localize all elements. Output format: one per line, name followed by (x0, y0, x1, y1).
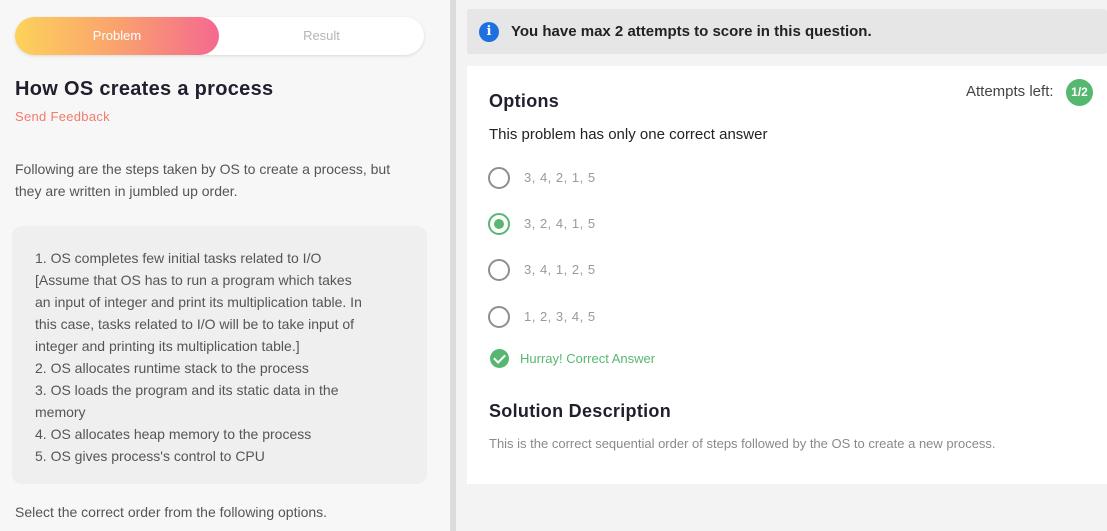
info-icon: i (479, 22, 499, 42)
option-label: 3, 4, 1, 2, 5 (524, 262, 596, 277)
step-line: 1. OS completes few initial tasks relate… (35, 250, 322, 266)
step-line: 5. OS gives process's control to CPU (35, 448, 265, 464)
options-card: Options Attempts left: 1/2 This problem … (467, 66, 1107, 484)
option-4[interactable]: 1, 2, 3, 4, 5 (488, 305, 788, 329)
option-3[interactable]: 3, 4, 1, 2, 5 (488, 258, 788, 282)
send-feedback-link[interactable]: Send Feedback (15, 109, 110, 124)
select-instruction: Select the correct order from the follow… (15, 504, 328, 520)
step-line: this case, tasks related to I/O will be … (35, 316, 355, 332)
radio-button[interactable] (488, 259, 510, 281)
tab-problem[interactable]: Problem (15, 17, 219, 55)
step-line: an input of integer and print its multip… (35, 294, 362, 310)
step-line: integer and printing its multiplication … (35, 338, 300, 354)
options-title: Options (489, 91, 560, 111)
attempts-label: Attempts left: (966, 83, 1054, 100)
step-line: 4. OS allocates heap memory to the proce… (35, 426, 312, 442)
attempts-banner: i You have max 2 attempts to score in th… (467, 9, 1107, 54)
solution-title: Solution Description (489, 401, 672, 421)
correct-answer-text: Hurray! Correct Answer (520, 351, 656, 366)
option-2[interactable]: 3, 2, 4, 1, 5 (488, 212, 788, 236)
panel-divider[interactable] (450, 0, 456, 531)
problem-intro: Following are the steps taken by OS to c… (15, 161, 391, 199)
check-circle-icon (490, 349, 509, 368)
radio-button-selected[interactable] (488, 213, 510, 235)
problem-title: How OS creates a process (15, 78, 274, 100)
option-label: 3, 4, 2, 1, 5 (524, 170, 596, 185)
step-line: 3. OS loads the program and its static d… (35, 382, 339, 398)
banner-text: You have max 2 attempts to score in this… (511, 23, 872, 40)
step-line: [Assume that OS has to run a program whi… (35, 272, 352, 288)
option-label: 1, 2, 3, 4, 5 (524, 309, 596, 324)
solution-text: This is the correct sequential order of … (489, 436, 996, 451)
radio-button[interactable] (488, 306, 510, 328)
attempts-badge: 1/2 (1066, 79, 1093, 106)
steps-box: 1. OS completes few initial tasks relate… (12, 226, 427, 484)
radio-button[interactable] (488, 167, 510, 189)
problem-panel: Problem Result How OS creates a process … (0, 0, 450, 531)
option-1[interactable]: 3, 4, 2, 1, 5 (488, 166, 788, 190)
step-line: memory (35, 404, 86, 420)
tab-result[interactable]: Result (219, 17, 424, 55)
answer-note: This problem has only one correct answer (489, 126, 768, 143)
step-line: 2. OS allocates runtime stack to the pro… (35, 360, 309, 376)
option-label: 3, 2, 4, 1, 5 (524, 216, 596, 231)
tab-bar: Problem Result (15, 17, 424, 55)
